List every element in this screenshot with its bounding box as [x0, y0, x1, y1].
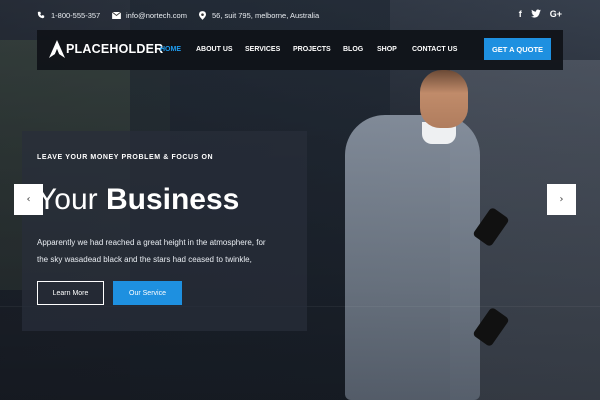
brand-logo[interactable]: PLACEHOLDER: [49, 40, 163, 58]
logo-icon: [49, 40, 65, 58]
nav-item-shop[interactable]: SHOP: [377, 46, 397, 53]
email-address: info@nortech.com: [126, 10, 187, 20]
email-info[interactable]: info@nortech.com: [111, 10, 187, 20]
nav-item-projects[interactable]: PROJECTS: [293, 46, 331, 53]
get-a-quote-button[interactable]: GET A QUOTE: [484, 38, 551, 60]
nav-item-services[interactable]: SERVICES: [245, 46, 280, 53]
twitter-icon[interactable]: [530, 9, 541, 20]
headline-bold: Business: [105, 183, 240, 216]
our-service-button[interactable]: Our Service: [113, 281, 182, 305]
main-navbar: PLACEHOLDER HOME ABOUT US SERVICES PROJE…: [37, 30, 563, 70]
nav-item-contact-us[interactable]: CONTACT US: [412, 46, 457, 53]
hero-paragraph: Apparently we had reached a great height…: [37, 234, 302, 268]
learn-more-button[interactable]: Learn More: [37, 281, 104, 305]
hero-person-image: [330, 70, 520, 400]
address-text: 56, suit 795, melborne, Australia: [212, 10, 320, 20]
nav-item-home[interactable]: HOME: [160, 46, 181, 53]
phone-icon: [36, 10, 46, 20]
hero-headline: Your Business: [37, 182, 239, 218]
chevron-left-icon: ‹: [26, 194, 31, 205]
slider-next-button[interactable]: ›: [547, 184, 576, 215]
slider-prev-button[interactable]: ‹: [14, 184, 43, 215]
phone-info[interactable]: 1-800-555-357: [36, 10, 100, 20]
phone-number: 1-800-555-357: [51, 10, 101, 20]
hero-kicker: LEAVE YOUR MONEY PROBLEM & FOCUS ON: [37, 154, 214, 161]
hero-paragraph-line-2: the sky wasadead black and the stars had…: [37, 255, 252, 264]
brand-name: PLACEHOLDER: [66, 42, 164, 56]
top-info-bar: 1-800-555-357 info@nortech.com 56, suit …: [0, 0, 600, 30]
hero-paragraph-line-1: Apparently we had reached a great height…: [37, 238, 266, 247]
envelope-icon: [111, 10, 121, 20]
social-links: f G+: [519, 9, 562, 20]
nav-item-blog[interactable]: BLOG: [343, 46, 363, 53]
chevron-right-icon: ›: [559, 194, 564, 205]
facebook-icon[interactable]: f: [519, 9, 522, 20]
google-plus-icon[interactable]: G+: [550, 9, 562, 20]
map-marker-icon: [197, 10, 207, 20]
nav-item-about-us[interactable]: ABOUT US: [196, 46, 233, 53]
address-info: 56, suit 795, melborne, Australia: [197, 10, 319, 20]
headline-light: Your: [37, 183, 98, 216]
